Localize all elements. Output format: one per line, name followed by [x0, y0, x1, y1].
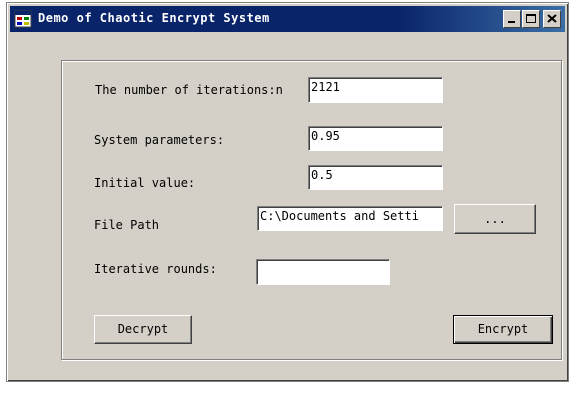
app-icon	[14, 10, 32, 28]
window-title: Demo of Chaotic Encrypt System	[38, 11, 270, 25]
close-icon	[547, 14, 557, 23]
title-bar[interactable]: Demo of Chaotic Encrypt System	[10, 6, 565, 32]
system-parameters-input[interactable]: 0.95	[308, 126, 443, 151]
minimize-button[interactable]	[503, 10, 521, 28]
iterations-label: The number of iterations:n	[95, 83, 283, 97]
iterative-rounds-input[interactable]	[256, 259, 390, 285]
file-path-label: File Path	[94, 218, 160, 232]
close-button[interactable]	[543, 10, 561, 28]
minimize-icon	[508, 21, 515, 23]
initial-value-label: Initial value:	[94, 176, 196, 190]
browse-button[interactable]: ...	[454, 204, 536, 234]
maximize-button[interactable]	[522, 10, 540, 28]
app-window: Demo of Chaotic Encrypt System The numbe…	[6, 2, 569, 382]
iterations-input[interactable]: 2121	[308, 77, 443, 103]
file-path-input[interactable]: C:\Documents and Setti	[257, 206, 443, 231]
initial-value-input[interactable]: 0.5	[308, 165, 443, 190]
decrypt-button[interactable]: Decrypt	[94, 315, 192, 344]
system-parameters-label: System parameters:	[94, 133, 225, 147]
encrypt-button[interactable]: Encrypt	[453, 315, 553, 344]
iterative-rounds-label: Iterative rounds:	[94, 262, 217, 276]
maximize-icon	[526, 14, 536, 23]
